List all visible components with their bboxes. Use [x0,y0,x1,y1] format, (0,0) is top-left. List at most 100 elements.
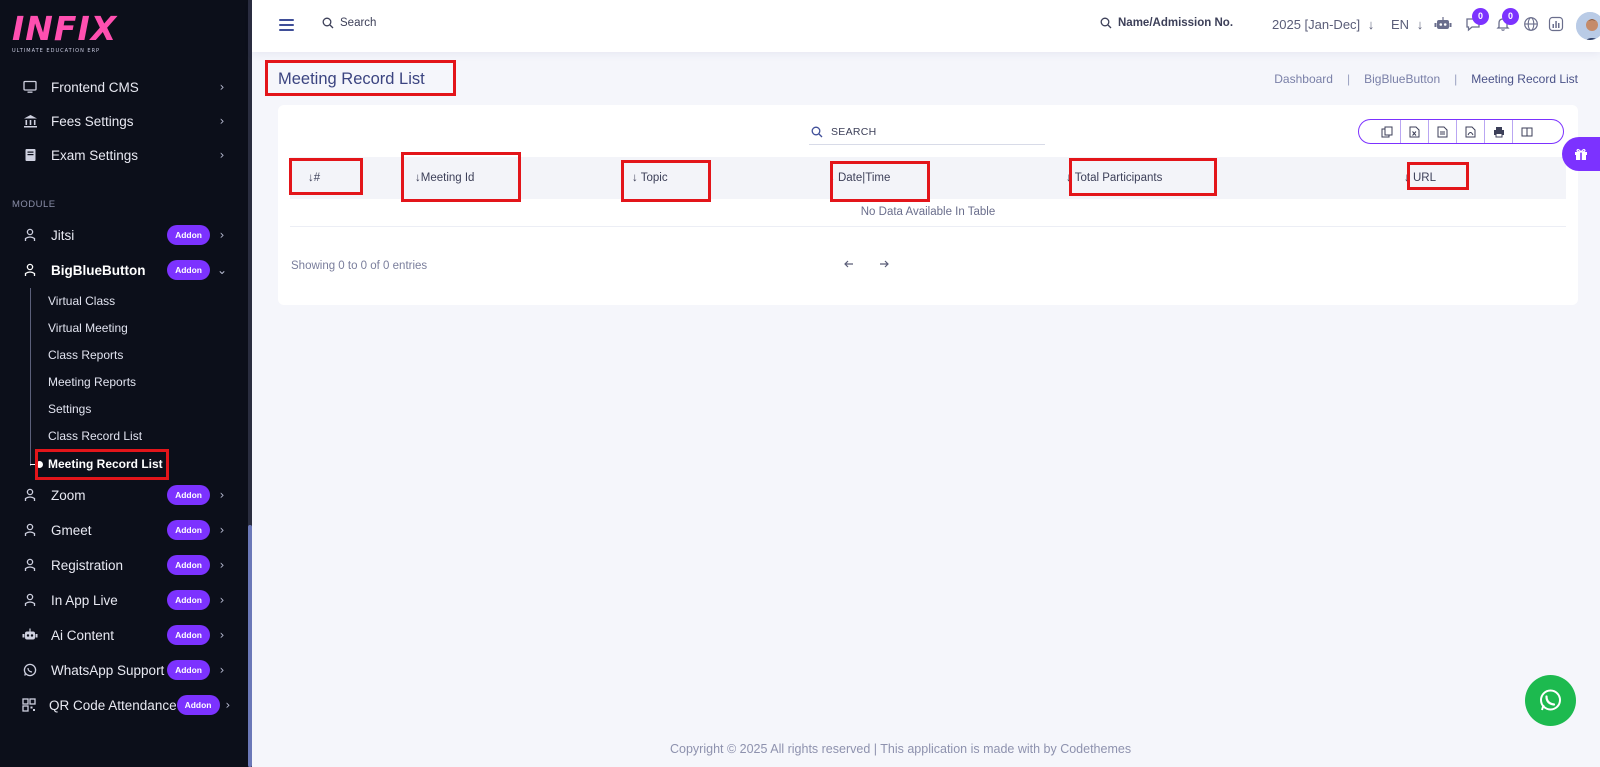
chevron-right-icon: › [219,148,225,162]
qr-code-icon [22,697,36,713]
sidebar-item-frontend-cms[interactable]: Frontend CMS › [0,70,248,104]
addon-badge: Addon [167,225,210,245]
columns-button[interactable] [1513,120,1541,143]
addon-badge: Addon [167,660,210,680]
chevron-right-icon: › [219,488,225,502]
csv-button[interactable] [1429,120,1457,143]
highlight-box-sidebar-active [35,449,169,480]
submenu-item-meeting-reports[interactable]: Meeting Reports [48,375,136,389]
sidebar-item-label: In App Live [51,592,118,608]
arrow-down-icon: ↓ [1416,17,1424,32]
table-info: Showing 0 to 0 of 0 entries [291,260,428,272]
excel-icon [1409,126,1420,137]
empty-table-message: No Data Available In Table [290,199,1566,227]
sidebar-item-jitsi[interactable]: Jitsi Addon › [0,218,248,252]
highlight-box-column-meeting-id [401,152,521,202]
submenu-item-class-record-list[interactable]: Class Record List [48,429,142,443]
globe-icon[interactable] [1522,16,1540,34]
breadcrumb: Dashboard | BigBlueButton | Meeting Reco… [1274,72,1578,86]
video-person-icon [22,227,38,243]
highlight-box-column-number [289,158,363,195]
whatsapp-icon [1540,689,1561,711]
chevron-right-icon: › [219,80,225,94]
submenu-line [30,288,31,466]
sidebar-item-registration[interactable]: Registration Addon › [0,548,248,582]
logo-text: INFIX [12,9,118,48]
previous-page-button[interactable] [843,258,855,274]
logo-tagline: ULTIMATE EDUCATION ERP [12,48,101,54]
sidebar-item-bigbluebutton[interactable]: BigBlueButton Addon ⌄ [0,253,248,287]
excel-button[interactable] [1401,120,1429,143]
language-value: EN [1391,17,1410,32]
gift-icon [1575,148,1587,160]
gift-floating-button[interactable] [1562,137,1600,171]
sidebar-item-qr-code-attendance[interactable]: QR Code Attendance Addon › [0,688,248,722]
meeting-record-table-card: SEARCH ↓# ↓Meeting Id ↓ Topic ↓ Date|Tim… [278,105,1578,305]
sidebar-item-label: Exam Settings [51,147,139,163]
columns-icon [1521,127,1533,136]
robot-icon[interactable] [1434,16,1452,34]
arrow-left-icon [844,260,853,268]
language-select[interactable]: EN ↓ [1391,17,1423,32]
pdf-icon [1465,126,1476,137]
top-header: Search Name/Admission No. 2025 [Jan-Dec]… [252,0,1600,52]
copy-button[interactable] [1373,120,1401,143]
pdf-button[interactable] [1457,120,1485,143]
addon-badge: Addon [167,260,210,280]
message-icon[interactable]: 0 [1464,8,1489,34]
sidebar-item-in-app-live[interactable]: In App Live Addon › [0,583,248,617]
submenu-item-class-reports[interactable]: Class Reports [48,348,123,362]
sidebar-item-fees-settings[interactable]: Fees Settings › [0,104,248,138]
arrow-down-icon: ↓ [1367,17,1375,32]
sidebar-scrollbar[interactable] [248,0,252,767]
breadcrumb-dashboard[interactable]: Dashboard [1274,72,1333,86]
notification-count-badge: 0 [1502,8,1519,25]
next-page-button[interactable] [878,258,890,274]
breadcrumb-bigbluebutton[interactable]: BigBlueButton [1364,72,1440,86]
sidebar-item-zoom[interactable]: Zoom Addon › [0,478,248,512]
chart-icon[interactable] [1547,16,1565,34]
addon-badge: Addon [167,485,210,505]
whatsapp-chat-button[interactable] [1525,675,1576,726]
search-icon [1100,17,1112,29]
sidebar-item-label: Frontend CMS [51,79,139,95]
chevron-right-icon: › [219,558,225,572]
sidebar: INFIX ULTIMATE EDUCATION ERP Frontend CM… [0,0,252,767]
sidebar-item-label: QR Code Attendance [49,697,177,713]
whatsapp-icon [22,662,38,678]
chevron-right-icon: › [219,593,225,607]
submenu-item-virtual-meeting[interactable]: Virtual Meeting [48,321,128,335]
top-search[interactable]: Search [322,17,376,29]
video-person-icon [22,592,38,608]
chevron-right-icon: › [225,698,231,712]
sidebar-item-label: Gmeet [51,522,92,538]
submenu-item-settings[interactable]: Settings [48,402,91,416]
highlight-box-page-title [265,60,456,96]
chevron-down-icon: ⌄ [216,263,228,277]
video-person-icon [22,262,38,278]
sidebar-item-exam-settings[interactable]: Exam Settings › [0,138,248,172]
table-search-input[interactable]: SEARCH [809,119,1045,145]
copy-icon [1381,126,1392,137]
submenu-item-virtual-class[interactable]: Virtual Class [48,294,115,308]
academic-year-select[interactable]: 2025 [Jan-Dec] ↓ [1272,17,1374,32]
logo[interactable]: INFIX ULTIMATE EDUCATION ERP [12,12,122,58]
print-button[interactable] [1485,120,1513,143]
sidebar-item-whatsapp-support[interactable]: WhatsApp Support Addon › [0,653,248,687]
sidebar-item-ai-content[interactable]: Ai Content Addon › [0,618,248,652]
sidebar-item-gmeet[interactable]: Gmeet Addon › [0,513,248,547]
breadcrumb-separator: | [1454,72,1458,86]
menu-toggle-icon[interactable] [279,19,294,31]
highlight-box-column-date-time [830,161,930,202]
print-icon [1493,126,1504,137]
name-admission-search[interactable]: Name/Admission No. [1100,17,1233,29]
highlight-box-column-topic [621,160,711,202]
bell-icon[interactable]: 0 [1494,8,1519,34]
avatar[interactable] [1574,10,1600,42]
sidebar-scroll-thumb[interactable] [248,525,252,767]
sidebar-item-label: WhatsApp Support [51,662,165,678]
highlight-box-column-total-participants [1069,158,1217,196]
addon-badge: Addon [167,590,210,610]
chevron-right-icon: › [219,628,225,642]
addon-badge: Addon [176,695,220,715]
